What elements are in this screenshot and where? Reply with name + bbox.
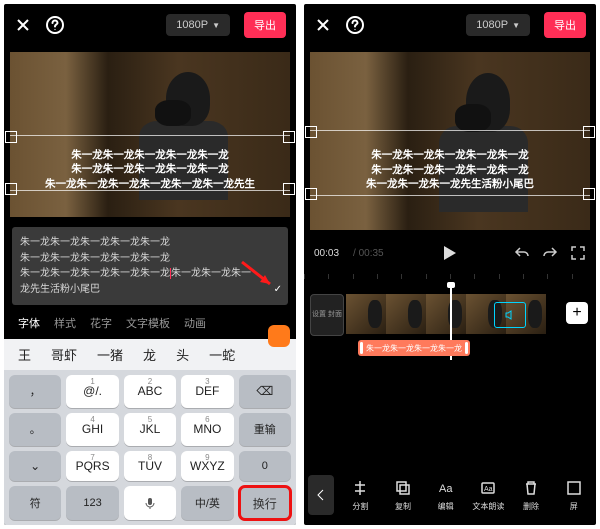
key-2[interactable]: 2ABC: [124, 375, 176, 408]
svg-text:Aa: Aa: [439, 483, 453, 495]
text-track-clip[interactable]: 朱一龙朱一龙朱一龙朱一龙: [358, 340, 470, 356]
key-space[interactable]: [124, 486, 176, 520]
key-5[interactable]: 5JKL: [124, 413, 176, 446]
tab-fancy[interactable]: 花字: [86, 313, 116, 333]
key-9[interactable]: 9WXYZ: [181, 451, 233, 482]
key-more[interactable]: ⌄: [9, 451, 61, 482]
candidate[interactable]: 头: [166, 345, 199, 364]
tab-anim[interactable]: 动画: [180, 313, 210, 333]
video-preview[interactable]: 朱一龙朱一龙朱一龙朱一龙朱一龙 朱一龙朱一龙朱一龙朱一龙朱一龙 朱一龙朱一龙朱一…: [10, 52, 290, 217]
candidate[interactable]: 一蛇: [199, 345, 245, 364]
key-lang[interactable]: 中/英: [181, 486, 233, 520]
top-bar: 1080P▼ 导出: [304, 4, 596, 46]
time-current: 00:03: [314, 248, 339, 259]
key-6[interactable]: 6MNO: [181, 413, 233, 446]
close-icon[interactable]: [14, 16, 32, 34]
mic-icon: [143, 496, 157, 510]
time-duration: / 00:35: [353, 248, 384, 259]
text-edit-box[interactable]: 朱一龙朱一龙朱一龙朱一龙朱一龙 朱一龙朱一龙朱一龙朱一龙朱一龙 朱一龙朱一龙朱一…: [12, 227, 288, 305]
candidate[interactable]: 龙: [133, 345, 166, 364]
phone-right-timeline: 1080P▼ 导出 朱一龙朱一龙朱一龙朱一龙朱一龙 朱一龙朱一龙朱一龙朱一龙朱一…: [304, 4, 596, 525]
key-backspace[interactable]: ⌫: [239, 375, 291, 408]
undo-icon[interactable]: [514, 245, 530, 261]
text-overlay: 朱一龙朱一龙朱一龙朱一龙朱一龙 朱一龙朱一龙朱一龙朱一龙朱一龙 朱一龙朱一龙朱一…: [21, 148, 279, 192]
play-icon[interactable]: [438, 242, 460, 264]
ime-logo-icon: [268, 325, 290, 347]
playback-bar: 00:03 / 00:35: [304, 236, 596, 270]
fullscreen-icon[interactable]: [570, 245, 586, 261]
key-comma[interactable]: ，: [9, 375, 61, 408]
bottom-toolbar: 分割 复制 Aa编辑 Aa文本朗读 删除 屏: [304, 467, 596, 525]
close-icon[interactable]: [314, 16, 332, 34]
tool-tts[interactable]: Aa文本朗读: [470, 479, 507, 512]
resolution-button[interactable]: 1080P▼: [166, 14, 230, 36]
tool-more[interactable]: 屏: [555, 479, 592, 512]
key-1[interactable]: 1@/.: [66, 375, 118, 408]
key-enter[interactable]: 换行: [239, 486, 291, 520]
top-bar: 1080P▼ 导出: [4, 4, 296, 46]
candidate-bar: 王 哥虾 一猪 龙 头 一蛇: [4, 339, 296, 370]
candidate[interactable]: 一猪: [87, 345, 133, 364]
export-button[interactable]: 导出: [544, 12, 586, 38]
back-button[interactable]: [308, 475, 334, 515]
tab-template[interactable]: 文字模板: [122, 313, 174, 333]
tab-style[interactable]: 样式: [50, 313, 80, 333]
candidate[interactable]: 王: [8, 345, 41, 364]
resolution-button[interactable]: 1080P▼: [466, 14, 530, 36]
text-overlay: 朱一龙朱一龙朱一龙朱一龙朱一龙 朱一龙朱一龙朱一龙朱一龙朱一龙 朱一龙朱一龙朱一…: [321, 148, 579, 192]
add-clip-button[interactable]: +: [566, 302, 588, 324]
timeline[interactable]: 设置 封面 + 朱一龙朱一龙朱一龙朱一龙: [304, 274, 596, 360]
key-3[interactable]: 3DEF: [181, 375, 233, 408]
key-4[interactable]: 4GHI: [66, 413, 118, 446]
export-button[interactable]: 导出: [244, 12, 286, 38]
key-number[interactable]: 123: [66, 486, 118, 520]
video-preview[interactable]: 朱一龙朱一龙朱一龙朱一龙朱一龙 朱一龙朱一龙朱一龙朱一龙朱一龙 朱一龙朱一龙朱一…: [310, 52, 590, 230]
key-symbol[interactable]: 符: [9, 486, 61, 520]
redo-icon[interactable]: [542, 245, 558, 261]
svg-text:Aa: Aa: [484, 486, 493, 493]
key-period[interactable]: 。: [9, 413, 61, 446]
tool-edit[interactable]: Aa编辑: [427, 479, 464, 512]
help-icon[interactable]: [46, 16, 64, 34]
key-zero[interactable]: 0: [239, 451, 291, 482]
keyboard: 王 哥虾 一猪 龙 头 一蛇 ， 1@/. 2ABC 3DEF ⌫ 。 4GHI…: [4, 339, 296, 525]
audio-button[interactable]: [494, 302, 526, 328]
annotation-arrow: [240, 260, 276, 290]
cover-button[interactable]: 设置 封面: [310, 294, 344, 336]
key-reinput[interactable]: 重输: [239, 413, 291, 446]
candidate[interactable]: 哥虾: [41, 345, 87, 364]
text-style-tabs: 字体 样式 花字 文字模板 动画: [4, 305, 296, 339]
tool-delete[interactable]: 删除: [513, 479, 550, 512]
help-icon[interactable]: [346, 16, 364, 34]
key-7[interactable]: 7PQRS: [66, 451, 118, 482]
phone-left-editor: 1080P▼ 导出 朱一龙朱一龙朱一龙朱一龙朱一龙 朱一龙朱一龙朱一龙朱一龙朱一…: [4, 4, 296, 525]
tool-split[interactable]: 分割: [342, 479, 379, 512]
tab-font[interactable]: 字体: [14, 313, 44, 333]
tool-copy[interactable]: 复制: [385, 479, 422, 512]
key-8[interactable]: 8TUV: [124, 451, 176, 482]
